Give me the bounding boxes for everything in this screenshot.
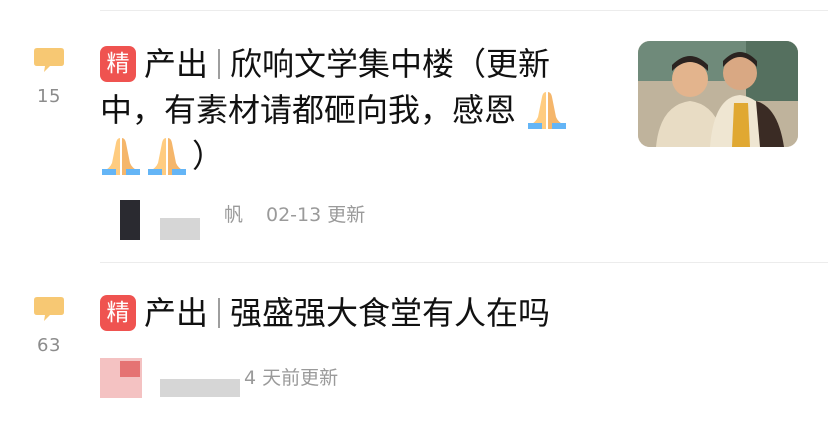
update-time: 02-13 更新 — [266, 204, 366, 226]
reply-count: 15 — [37, 86, 61, 107]
reply-count: 63 — [37, 335, 61, 356]
title-text-line1: 强盛强大食堂有人在吗 — [230, 294, 551, 332]
username-redacted — [160, 218, 200, 240]
reply-bubble-icon — [34, 297, 64, 321]
folded-hands-icon — [528, 92, 567, 129]
update-time: 4 天前更新 — [244, 367, 339, 389]
illustration-image — [638, 41, 798, 147]
username-redacted — [160, 379, 240, 397]
thread-title[interactable]: 精产出 欣响文学集中楼（更新 中，有素材请都砸向我，感恩 ） — [100, 41, 572, 179]
author-name[interactable]: 帆 — [224, 200, 243, 227]
thread-title[interactable]: 精产出 强盛强大食堂有人在吗 — [100, 290, 550, 336]
thread-item[interactable]: 15 精产出 欣响文学集中楼（更新 中，有素材请都砸向我，感恩 ） 帆 02-1… — [0, 0, 828, 260]
avatar[interactable] — [120, 200, 140, 240]
thread-category: 产出 — [144, 45, 209, 83]
featured-badge: 精 — [100, 46, 136, 82]
title-text-line2: 中，有素材请都砸向我，感恩 — [100, 91, 517, 129]
folded-hands-icon — [148, 138, 186, 175]
title-text-line1: 欣响文学集中楼（更新 — [230, 45, 551, 83]
title-text-line3: ） — [192, 137, 225, 175]
thread-thumbnail[interactable] — [638, 41, 798, 147]
featured-badge: 精 — [100, 295, 136, 331]
avatar-accent — [120, 361, 140, 377]
title-separator — [218, 298, 221, 328]
reply-bubble-icon — [34, 48, 64, 72]
thread-item[interactable]: 63 精产出 强盛强大食堂有人在吗 4 天前更新 — [0, 263, 828, 432]
folded-hands-icon — [102, 138, 140, 175]
title-separator — [218, 49, 221, 79]
thread-category: 产出 — [144, 294, 209, 332]
